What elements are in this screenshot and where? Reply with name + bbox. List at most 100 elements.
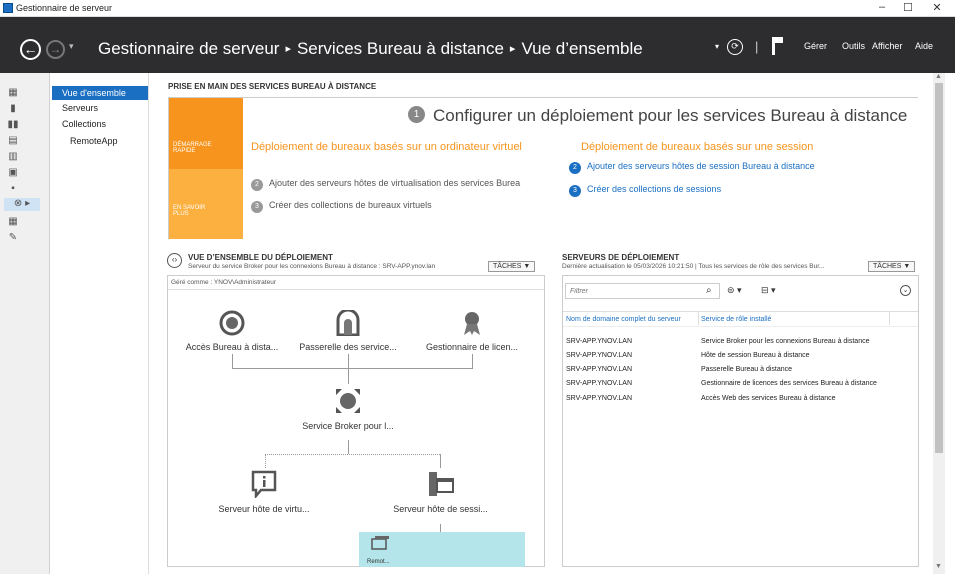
search-icon[interactable]: ⌕ — [706, 285, 712, 296]
window-titlebar: Gestionnaire de serveur – ☐ ✕ — [0, 0, 955, 17]
diagram-divider — [168, 289, 544, 290]
connector-dotted-line — [265, 454, 266, 468]
tab-learn-more[interactable]: EN SAVOIR PLUS — [169, 169, 243, 239]
refresh-dropdown-caret[interactable]: ▾ — [715, 42, 719, 51]
file-services-icon[interactable]: ▤ — [6, 135, 20, 146]
deployment-overview-title: VUE D’ENSEMBLE DU DÉPLOIEMENT — [188, 253, 333, 262]
close-button[interactable]: ✕ — [927, 1, 947, 14]
session-step-add-hosts-text: Ajouter des serveurs hôtes de session Bu… — [587, 161, 815, 171]
header-underline — [563, 326, 918, 327]
session-deployment-heading: Déploiement de bureaux basés sur une ses… — [581, 141, 814, 153]
connector-line — [472, 354, 473, 368]
node-web-access-label: Accès Bureau à dista... — [185, 342, 279, 352]
node-virtualization-host[interactable]: Serveur hôte de virtu... — [204, 470, 324, 514]
breadcrumb: Gestionnaire de serveur ▸ Services Bureau … — [98, 39, 643, 59]
node-web-access[interactable]: Accès Bureau à dista... — [182, 310, 282, 352]
expand-chevron-icon[interactable]: ⌄ — [900, 285, 911, 296]
tab-quick-start-label: DÉMARRAGE RAPIDE — [173, 142, 212, 154]
connector-line — [348, 354, 349, 384]
maximize-button[interactable]: ☐ — [898, 1, 918, 14]
main-scrollbar[interactable]: ▲ ▼ — [933, 73, 945, 574]
node-session-host-label: Serveur hôte de sessi... — [393, 504, 488, 514]
breadcrumb-root[interactable]: Gestionnaire de serveur — [98, 39, 279, 58]
menu-gerer[interactable]: Gérer — [804, 41, 827, 51]
vm-step-add-hosts-text: Ajouter des serveurs hôtes de virtualisa… — [269, 178, 521, 188]
minimize-button[interactable]: – — [872, 1, 892, 13]
managed-as-label: Géré comme : YNOV\Administrateur — [171, 279, 276, 286]
remote-desktop-icon[interactable]: ⊗ ▸ — [4, 198, 40, 211]
scrollbar-thumb[interactable] — [935, 83, 943, 453]
quickstart-main-title: 1 Configurer un déploiement pour les serv… — [408, 106, 907, 126]
breadcrumb-separator: ▸ — [509, 43, 516, 55]
tools-icon[interactable]: ✎ — [6, 232, 20, 243]
ad-icon[interactable]: ▪ — [6, 183, 20, 194]
step-number-icon: 1 — [408, 106, 425, 124]
connector-line — [440, 454, 441, 468]
tree-item-overview[interactable]: Vue d'ensemble — [52, 86, 148, 100]
tab-learn-more-label: EN SAVOIR PLUS — [173, 205, 206, 217]
node-session-host[interactable]: Serveur hôte de sessi... — [378, 470, 503, 514]
remoteapp-tile-label: Remot... — [367, 559, 390, 565]
vm-step-add-hosts[interactable]: 2 Ajouter des serveurs hôtes de virtualis… — [251, 178, 520, 191]
list-options-icon[interactable]: ⊜ ▾ — [727, 285, 742, 296]
forward-arrow-icon[interactable]: → — [46, 40, 65, 59]
vm-step-create-collections-text: Créer des collections de bureaux virtuel… — [269, 200, 432, 210]
connector-dotted-line — [265, 454, 440, 455]
col-server-fqdn[interactable]: Nom de domaine complet du serveur — [566, 316, 681, 323]
node-gateway-label: Passerelle des service... — [299, 342, 397, 352]
deployment-tasks-button[interactable]: TÂCHES ▼ — [488, 261, 536, 272]
scroll-up-icon[interactable]: ▲ — [935, 73, 942, 80]
breadcrumb-overview: Vue d’ensemble — [521, 39, 643, 58]
quickstart-section-title: PRISE EN MAIN DES SERVICES BUREAU À DIST… — [168, 82, 377, 91]
iis-icon[interactable]: ▥ — [6, 151, 20, 162]
menu-afficher[interactable]: Afficher — [872, 41, 902, 51]
app-header: ← → ▾ Gestionnaire de serveur ▸ Services B… — [0, 17, 955, 73]
row-role: Hôte de session Bureau à distance — [701, 352, 810, 359]
node-broker[interactable]: Service Broker pour l... — [293, 387, 403, 431]
wsus-icon[interactable]: ▦ — [6, 216, 20, 227]
save-query-icon[interactable]: ⊟ ▾ — [761, 285, 776, 296]
remoteapp-window-icon — [371, 536, 389, 550]
breadcrumb-separator: ▸ — [285, 43, 291, 55]
connector-line — [348, 440, 349, 454]
tree-item-remoteapp[interactable]: RemoteApp — [70, 136, 118, 146]
node-licensing[interactable]: Gestionnaire de licen... — [413, 310, 531, 352]
nav-history-dropdown[interactable]: ▾ — [69, 41, 74, 52]
print-services-icon[interactable]: ▣ — [6, 167, 20, 178]
session-step-create-collections[interactable]: 3 Créer des collections de sessions — [569, 184, 721, 197]
servers-filter-input[interactable] — [565, 283, 720, 299]
virtualization-host-icon — [251, 470, 277, 498]
rds-side-tree: Vue d'ensemble Serveurs Collections Remo… — [51, 73, 149, 574]
notifications-flag-icon[interactable] — [772, 37, 783, 55]
breadcrumb-rds[interactable]: Services Bureau à distance — [297, 39, 504, 58]
col-role-service[interactable]: Service de rôle installé — [701, 316, 771, 323]
vm-deployment-heading: Déploiement de bureaux basés sur un ordi… — [251, 141, 522, 153]
vm-step-create-collections[interactable]: 3 Créer des collections de bureaux virtue… — [251, 200, 432, 213]
tree-item-servers[interactable]: Serveurs — [62, 103, 98, 113]
node-gateway[interactable]: Passerelle des service... — [293, 310, 403, 352]
step-number-icon: 2 — [251, 179, 263, 191]
deployment-overview-subtitle: Serveur du service Broker pour les conne… — [188, 263, 436, 270]
menu-aide[interactable]: Aide — [915, 41, 933, 51]
back-arrow-icon[interactable]: ← — [20, 39, 41, 60]
step-number-icon: 3 — [251, 201, 263, 213]
quickstart-main-title-text: Configurer un déploiement pour les servi… — [433, 106, 908, 125]
deployment-collapse-icon[interactable]: ‹› — [167, 253, 182, 268]
servers-tasks-button[interactable]: TÂCHES ▼ — [868, 261, 916, 272]
deployment-diagram-panel: Géré comme : YNOV\Administrateur Accès B… — [167, 275, 545, 567]
menu-outils[interactable]: Outils — [842, 41, 865, 51]
tab-quick-start[interactable]: DÉMARRAGE RAPIDE — [169, 98, 243, 169]
remoteapp-collection-tile[interactable]: Remot... — [359, 532, 525, 567]
row-server: SRV-APP.YNOV.LAN — [566, 366, 633, 373]
refresh-icon[interactable]: ⟳ — [727, 39, 743, 55]
node-licensing-label: Gestionnaire de licen... — [425, 342, 519, 352]
step-number-icon: 2 — [569, 162, 581, 174]
dashboard-icon[interactable]: ▦ — [6, 87, 20, 98]
gateway-arch-icon — [336, 310, 360, 336]
all-servers-icon[interactable]: ▮▮ — [6, 119, 20, 130]
tree-item-collections[interactable]: Collections — [62, 119, 106, 129]
scroll-down-icon[interactable]: ▼ — [935, 563, 942, 570]
session-step-add-hosts[interactable]: 2 Ajouter des serveurs hôtes de session B… — [569, 161, 815, 174]
local-server-icon[interactable]: ▮ — [6, 103, 20, 114]
row-role: Passerelle Bureau à distance — [701, 366, 793, 373]
